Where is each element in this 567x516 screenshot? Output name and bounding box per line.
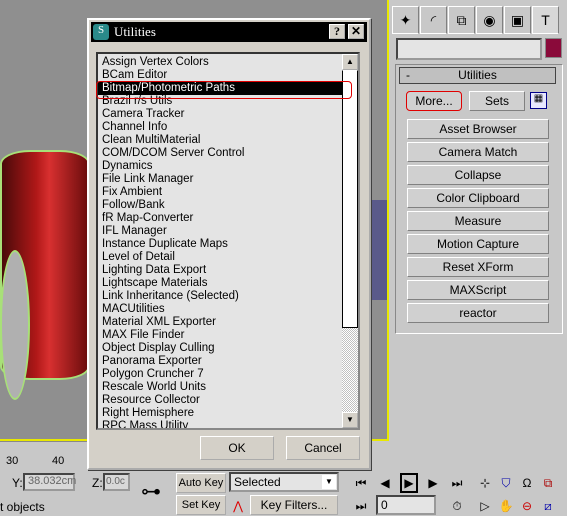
scroll-up-arrow-icon[interactable]: ▲ [342,54,358,70]
close-button[interactable]: ✕ [348,24,364,39]
zoom-icon[interactable]: ⊹ [476,475,494,491]
list-item[interactable]: Clean MultiMaterial [98,134,342,147]
utility-button[interactable]: reactor [407,303,549,323]
z-label: Z: [92,476,103,490]
field-of-view-icon[interactable]: ▷ [476,498,494,514]
list-item[interactable]: Instance Duplicate Maps [98,238,342,251]
scrollbar-thumb[interactable] [342,70,358,328]
time-ruler[interactable]: 30 40 [0,441,90,470]
3dsmax-logo-icon: S [93,24,109,40]
zoom-all-icon[interactable]: ⛉ [497,475,515,491]
set-key-button[interactable]: Set Key [176,495,226,515]
selection-value: Selected [234,475,281,489]
key-filters-button[interactable]: Key Filters... [250,495,338,515]
rollout-header[interactable]: - Utilities [399,67,556,84]
list-item[interactable]: Rescale World Units [98,381,342,394]
y-coordinate-field[interactable]: 38.032cm [23,473,76,491]
chevron-down-icon[interactable]: ▼ [322,475,336,489]
list-item[interactable]: Right Hemisphere [98,407,342,420]
dialog-titlebar[interactable]: S Utilities ? ✕ [91,22,367,42]
list-item[interactable]: Panorama Exporter [98,355,342,368]
zoom-extents-icon[interactable]: Ω [518,475,536,491]
ruler-tick-40: 40 [52,455,65,467]
zoom-extents-all-icon[interactable]: ⧉ [539,475,557,491]
utility-button[interactable]: Camera Match [407,142,549,162]
configure-button-sets-icon[interactable]: ▦ [530,92,547,109]
utility-button[interactable]: MAXScript [407,280,549,300]
utilities-dialog: S Utilities ? ✕ Assign Vertex Colors BCam… [87,18,371,470]
modify-tab-icon[interactable]: ◜ [420,6,447,34]
utilities-listbox[interactable]: Assign Vertex Colors BCam Editor Bitmap/Ph… [96,52,360,430]
rollout-title: Utilities [458,68,497,82]
utility-button[interactable]: Reset XForm [407,257,549,277]
list-item[interactable]: Lightscape Materials [98,277,342,290]
goto-start-icon[interactable]: ⏮ [352,475,370,491]
pan-hand-icon[interactable]: ✋ [497,498,515,514]
time-configuration-icon[interactable]: ⏱ [448,498,466,514]
list-item[interactable]: Resource Collector [98,394,342,407]
dialog-title: Utilities [114,24,156,39]
scene-object-background [370,200,387,300]
list-item[interactable]: File Link Manager [98,173,342,186]
key-mode-toggle-icon[interactable]: ⏭ [352,498,370,514]
list-item[interactable]: Follow/Bank [98,199,342,212]
list-item[interactable]: Channel Info [98,121,342,134]
selection-highlight-annotation [96,81,352,99]
command-panel: ✦ ◜ ⧉ ◉ ▣ T - Utilities More... Sets ▦ A… [390,0,565,470]
list-item[interactable]: Polygon Cruncher 7 [98,368,342,381]
more-button[interactable]: More... [406,91,462,111]
create-tab-icon[interactable]: ✦ [392,6,419,34]
object-name-field[interactable] [396,38,542,60]
scene-object [0,250,30,400]
object-color-swatch[interactable] [545,38,562,58]
motion-tab-icon[interactable]: ◉ [476,6,503,34]
utility-button[interactable]: Asset Browser [407,119,549,139]
list-scrollbar[interactable]: ▲ ▼ [342,54,358,428]
list-item[interactable]: RPC Mass Utility [98,420,342,428]
utility-button[interactable]: Color Clipboard [407,188,549,208]
hierarchy-tab-icon[interactable]: ⧉ [448,6,475,34]
arc-rotate-icon[interactable]: ⊖ [518,498,536,514]
list-item[interactable]: Material XML Exporter [98,316,342,329]
previous-frame-icon[interactable]: ◀ [376,475,394,491]
ok-button[interactable]: OK [200,436,274,460]
y-label: Y: [12,476,23,490]
scroll-down-arrow-icon[interactable]: ▼ [342,412,358,428]
list-item[interactable]: Link Inheritance (Selected) [98,290,342,303]
list-item[interactable]: Fix Ambient [98,186,342,199]
rollout-toggle: - [406,68,410,82]
list-item[interactable]: fR Map-Converter [98,212,342,225]
utility-button[interactable]: Motion Capture [407,234,549,254]
list-item[interactable]: IFL Manager [98,225,342,238]
list-item[interactable]: Object Display Culling [98,342,342,355]
cancel-button[interactable]: Cancel [286,436,360,460]
status-bar: Y: 38.032cm Z: 0.0c t objects ⊶ Auto Key… [0,470,562,516]
maximize-viewport-icon[interactable]: ⧄ [539,498,557,514]
prompt-text: t objects [0,500,45,514]
sets-button[interactable]: Sets [469,91,525,111]
goto-end-icon[interactable]: ⏭ [448,475,466,491]
current-frame-field[interactable]: 0 [376,495,436,515]
list-item[interactable]: Camera Tracker [98,108,342,121]
list-item[interactable]: Dynamics [98,160,342,173]
curve-editor-icon[interactable]: ⋀ [229,498,247,514]
key-mode-key-icon[interactable]: ⊶ [136,470,166,514]
list-item[interactable]: Level of Detail [98,251,342,264]
auto-key-button[interactable]: Auto Key [176,473,226,493]
list-item[interactable]: Lighting Data Export [98,264,342,277]
ruler-tick-30: 30 [6,455,19,467]
display-tab-icon[interactable]: ▣ [504,6,531,34]
utility-button[interactable]: Measure [407,211,549,231]
help-button[interactable]: ? [329,24,345,39]
list-item[interactable]: Assign Vertex Colors [98,56,342,69]
utility-button[interactable]: Collapse [407,165,549,185]
list-item[interactable]: MACUtilities [98,303,342,316]
list-item[interactable]: COM/DCOM Server Control [98,147,342,160]
z-coordinate-field[interactable]: 0.0c [103,473,130,491]
selection-dropdown[interactable]: Selected ▼ [229,472,339,492]
next-frame-icon[interactable]: ▶ [424,475,442,491]
play-icon[interactable]: ▶ [400,473,418,493]
list-item[interactable]: MAX File Finder [98,329,342,342]
utilities-tab-hammer-icon[interactable]: T [532,6,559,34]
